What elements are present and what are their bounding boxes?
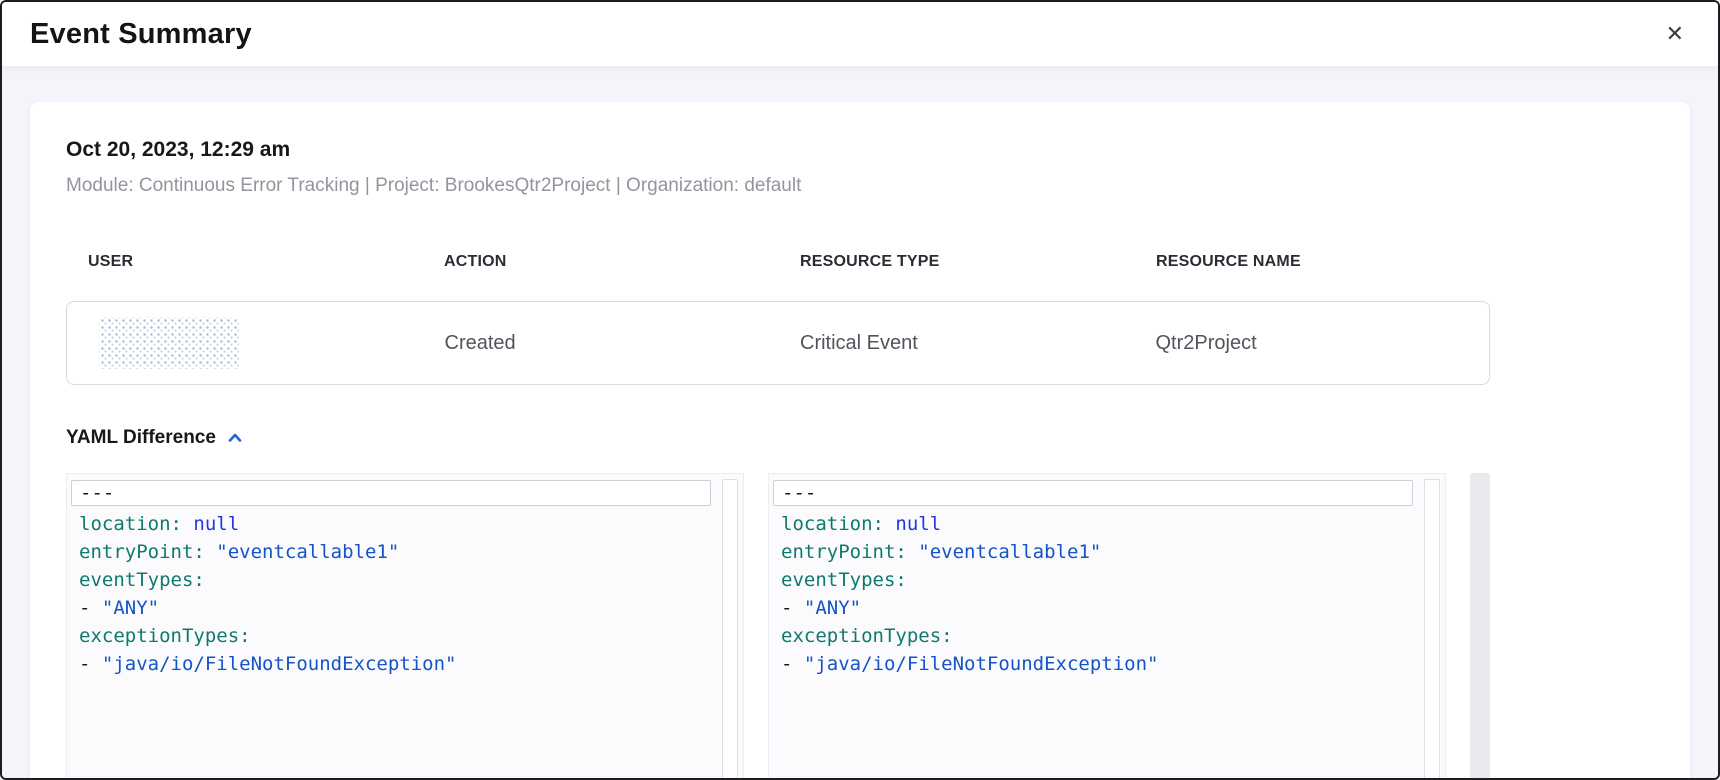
yaml-difference-label: YAML Difference	[66, 427, 216, 449]
yaml-panel-left: --- location: nullentryPoint: "eventcalla…	[66, 473, 744, 778]
scrollbar-track-right[interactable]	[1424, 479, 1440, 778]
col-header-resource-name: RESOURCE NAME	[1134, 253, 1490, 271]
yaml-difference-toggle[interactable]: YAML Difference	[66, 427, 244, 449]
resource-type-cell: Critical Event	[778, 332, 1134, 355]
yaml-code-left: --- location: nullentryPoint: "eventcalla…	[67, 480, 713, 678]
user-cell	[67, 317, 423, 369]
code-line: - "java/io/FileNotFoundException"	[769, 650, 1415, 678]
table-row: Created Critical Event Qtr2Project	[66, 301, 1490, 385]
event-meta: Module: Continuous Error Tracking | Proj…	[66, 175, 1490, 197]
yaml-panel-right: --- location: nullentryPoint: "eventcalla…	[768, 473, 1446, 778]
col-header-user: USER	[66, 253, 422, 271]
code-line: entryPoint: "eventcallable1"	[769, 538, 1415, 566]
diff-outer-scrollbar[interactable]	[1470, 473, 1490, 778]
action-cell: Created	[423, 332, 779, 355]
modal-body: Oct 20, 2023, 12:29 am Module: Continuou…	[2, 66, 1718, 778]
code-line: - "ANY"	[67, 594, 713, 622]
code-line: location: null	[67, 510, 713, 538]
code-line: entryPoint: "eventcallable1"	[67, 538, 713, 566]
code-line: ---	[71, 480, 711, 506]
event-timestamp: Oct 20, 2023, 12:29 am	[66, 138, 1490, 162]
code-line: ---	[773, 480, 1413, 506]
table-header-row: USER ACTION RESOURCE TYPE RESOURCE NAME	[66, 253, 1490, 271]
modal-header: Event Summary ✕	[2, 2, 1718, 66]
yaml-code-right: --- location: nullentryPoint: "eventcalla…	[769, 480, 1415, 678]
code-line: - "java/io/FileNotFoundException"	[67, 650, 713, 678]
modal-title: Event Summary	[30, 18, 252, 51]
event-card: Oct 20, 2023, 12:29 am Module: Continuou…	[30, 102, 1690, 778]
col-header-resource-type: RESOURCE TYPE	[778, 253, 1134, 271]
code-line: exceptionTypes:	[67, 622, 713, 650]
code-line: - "ANY"	[769, 594, 1415, 622]
close-icon[interactable]: ✕	[1660, 19, 1690, 49]
code-line: eventTypes:	[67, 566, 713, 594]
chevron-up-icon[interactable]	[226, 429, 244, 447]
event-summary-modal: Event Summary ✕ Oct 20, 2023, 12:29 am M…	[0, 0, 1720, 780]
scrollbar-track-left[interactable]	[722, 479, 738, 778]
col-header-action: ACTION	[422, 253, 778, 271]
yaml-diff-view: ---location: nullentryPoint: "eventcalla…	[66, 473, 1490, 778]
code-line: location: null	[769, 510, 1415, 538]
redacted-user-avatar	[99, 317, 239, 369]
code-line: eventTypes:	[769, 566, 1415, 594]
resource-name-cell: Qtr2Project	[1134, 332, 1490, 355]
code-line: exceptionTypes:	[769, 622, 1415, 650]
